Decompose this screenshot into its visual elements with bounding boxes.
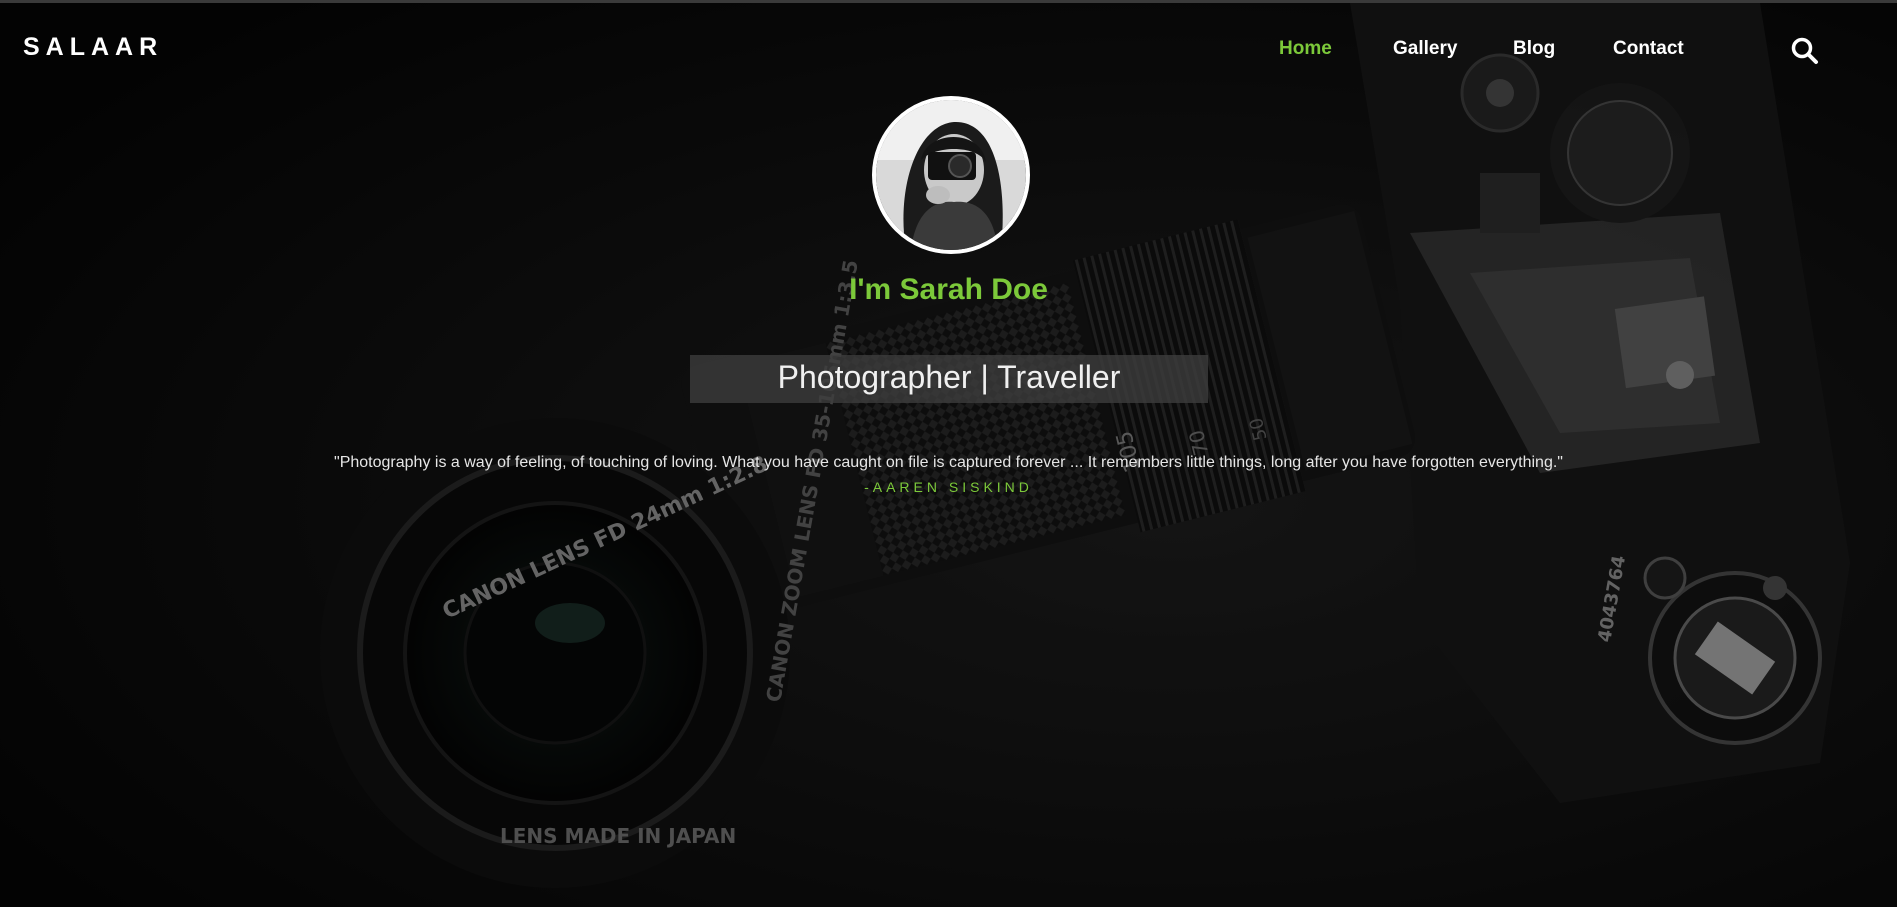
hero-quote: "Photography is a way of feeling, of tou… [334,454,1563,471]
navbar: SALAAR Home Gallery Blog Contact [0,3,1897,93]
nav-item-home[interactable]: Home [1279,38,1332,60]
hero-tagline: Photographer | Traveller [777,359,1121,395]
nav-item-gallery[interactable]: Gallery [1393,38,1457,60]
search-icon[interactable] [1790,36,1820,66]
quote-author: -AAREN SISKIND [864,479,1033,495]
profile-avatar [872,96,1030,254]
brand-logo[interactable]: SALAAR [23,33,163,62]
nav-item-blog[interactable]: Blog [1513,38,1555,60]
nav-item-contact[interactable]: Contact [1613,38,1684,60]
hero-name: I'm Sarah Doe [849,273,1048,306]
